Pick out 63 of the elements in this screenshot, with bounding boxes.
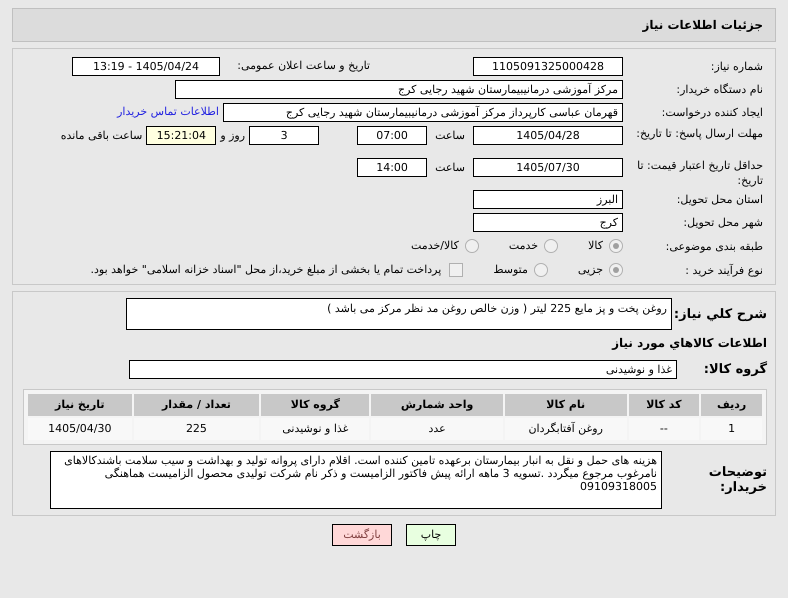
table-cell: --: [628, 418, 700, 440]
text-field[interactable]: 14:00: [357, 158, 428, 177]
text-field[interactable]: مرکز آموزشی درمانیبیمارستان شهید رجایی کرج: [175, 80, 623, 99]
field-label: گروه کالا:: [704, 362, 767, 377]
text-field[interactable]: 1105091325000428: [473, 57, 623, 76]
table-cell: روغن آفتابگردان: [504, 418, 627, 440]
field-label: حداقل تاریخ اعتبار قیمت: تا تاریخ:: [636, 158, 763, 188]
text-field[interactable]: 1405/04/24 - 13:19: [72, 57, 220, 76]
field-label: تاریخ و ساعت اعلان عمومی:: [237, 59, 370, 72]
radio-button[interactable]: [534, 263, 548, 277]
checkbox-label: پرداخت تمام یا بخشی از مبلغ خرید،از محل "اسناد خزانه اسلامی" خواهد بود.: [90, 262, 442, 278]
field-label: نام دستگاه خریدار:: [676, 82, 763, 97]
text-field[interactable]: 15:21:04: [146, 126, 216, 145]
notes-area[interactable]: هزینه های حمل و نقل به انبار بیمارستان برعهده تامین کننده است. اقلام دارای پروانه تولید و بهداشت و سیب سلامت باشندکالاهای نامرغوب مرجوع میگردد .تسویه 3 ماهه ارائه پیش فاکتور الزامیست و ذکر نام شرکت تولیدی محصول الزامیست هماهنگی 09109318005: [50, 451, 662, 509]
radio-label: کالا: [588, 238, 603, 254]
column-header: واحد شمارش: [371, 394, 503, 416]
remaining-label: ساعت باقی مانده: [60, 128, 142, 144]
text-field[interactable]: کرج: [473, 213, 623, 232]
days-label: روز و: [220, 128, 246, 144]
checkbox[interactable]: [449, 263, 464, 277]
text-field[interactable]: 07:00: [357, 126, 428, 145]
field-label: مهلت ارسال پاسخ: تا تاریخ:: [636, 126, 763, 141]
field-label: شماره نیاز:: [710, 59, 763, 74]
field-label: شرح کلي نیاز:: [674, 306, 767, 322]
column-header: نام کالا: [504, 394, 627, 416]
field-label: توضیحات خریدار:: [708, 465, 767, 495]
radio-button[interactable]: [609, 263, 623, 277]
text-field[interactable]: غذا و نوشیدنی: [129, 360, 677, 379]
back-button[interactable]: بازگشت: [332, 524, 392, 546]
radio-button[interactable]: [464, 239, 479, 253]
radio-label: کالا/خدمت: [411, 238, 459, 254]
radio-button[interactable]: [609, 239, 623, 253]
radio-label: خدمت: [508, 238, 538, 254]
field-label: استان محل تحویل:: [676, 192, 763, 207]
column-header: ردیف: [701, 394, 762, 416]
table-cell: 1405/04/30: [28, 418, 132, 440]
table-cell: عدد: [371, 418, 503, 440]
text-field[interactable]: 3: [249, 126, 320, 145]
column-header: گروه کالا: [261, 394, 370, 416]
description-area[interactable]: روغن پخت و پز مایع 225 لیتر ( وزن خالص روغن مد نظر مرکز می باشد ): [126, 298, 672, 330]
text-field[interactable]: البرز: [473, 190, 623, 209]
radio-label: متوسط: [493, 262, 528, 278]
section-heading: اطلاعات کالاهاي مورد نیاز: [612, 335, 767, 352]
time-label: ساعت: [435, 160, 465, 176]
column-header: تعداد / مقدار: [134, 394, 260, 416]
text-field[interactable]: قهرمان عباسی کارپرداز مرکز آموزشی درمانیبیمارستان شهید رجایی کرج: [223, 103, 623, 122]
field-label: ایجاد کننده درخواست:: [662, 105, 763, 120]
column-header: تاریخ نیاز: [28, 394, 132, 416]
page-title: جزئیات اطلاعات نیاز: [642, 17, 763, 34]
table-cell: 225: [134, 418, 260, 440]
text-field[interactable]: 1405/07/30: [473, 158, 623, 177]
radio-button[interactable]: [544, 239, 558, 253]
text-field[interactable]: 1405/04/28: [473, 126, 623, 145]
field-label: طبقه بندی موضوعی:: [666, 238, 763, 254]
field-label: شهر محل تحویل:: [683, 215, 763, 230]
time-label: ساعت: [435, 128, 465, 144]
table-cell: 1: [701, 418, 762, 440]
radio-label: جزیی: [578, 262, 603, 278]
field-label: نوع فرآیند خرید :: [685, 262, 763, 278]
print-button[interactable]: چاپ: [406, 524, 456, 546]
table-cell: غذا و نوشیدنی: [261, 418, 370, 440]
buyer-contact-link[interactable]: اطلاعات تماس خریدار: [117, 104, 219, 121]
column-header: کد کالا: [628, 394, 700, 416]
